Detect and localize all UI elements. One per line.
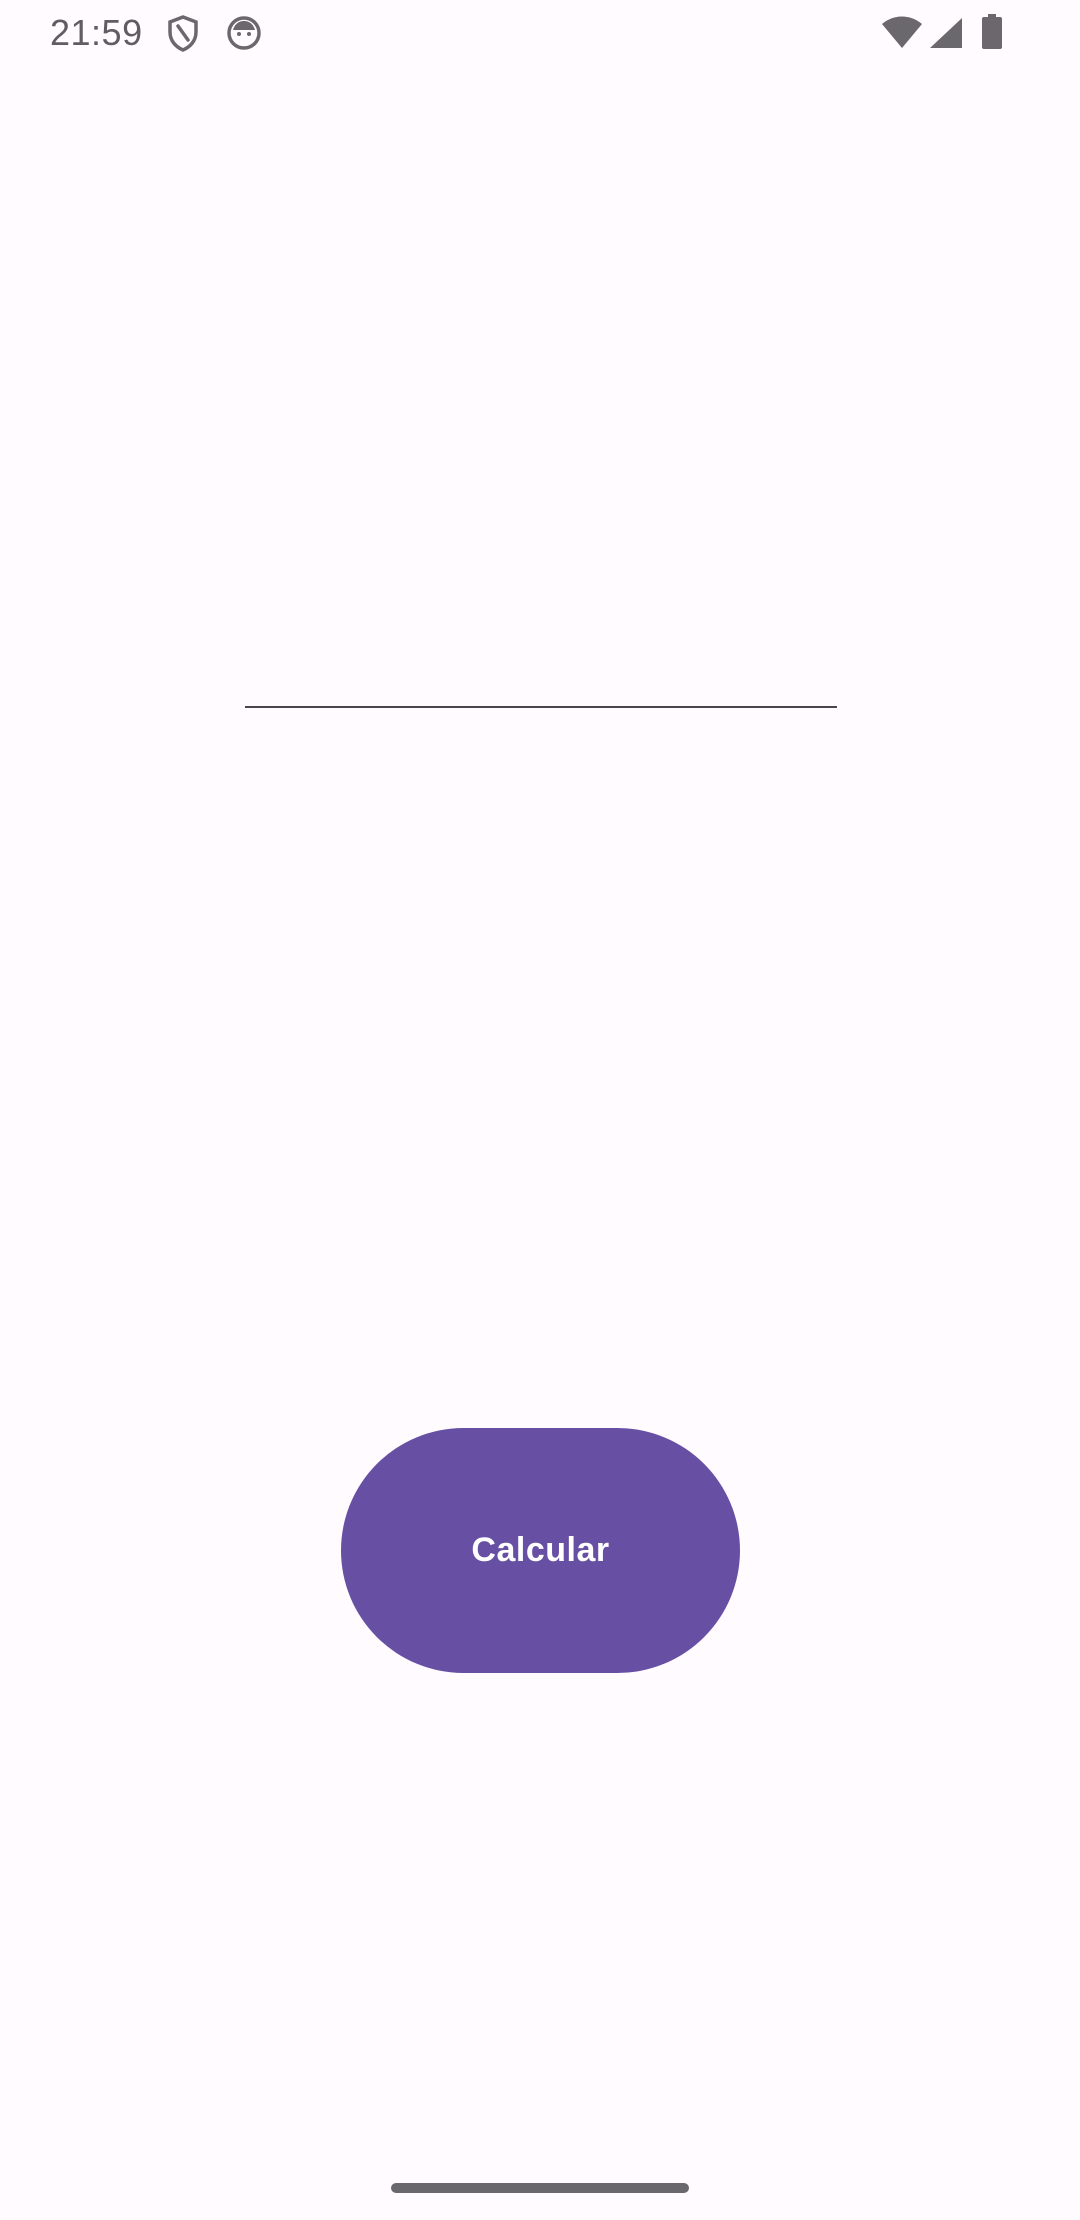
face-icon — [226, 15, 262, 51]
app-screen: 21:59 Calcular — [0, 0, 1080, 2220]
calculate-button[interactable]: Calcular — [341, 1428, 740, 1673]
gesture-nav-handle[interactable] — [391, 2183, 689, 2193]
shield-icon — [166, 14, 200, 52]
status-time: 21:59 — [50, 12, 143, 53]
status-bar: 21:59 — [0, 0, 1080, 66]
signal-icon — [928, 16, 964, 50]
wifi-icon — [880, 14, 924, 50]
number-input[interactable] — [245, 620, 837, 708]
battery-icon — [980, 14, 1004, 50]
